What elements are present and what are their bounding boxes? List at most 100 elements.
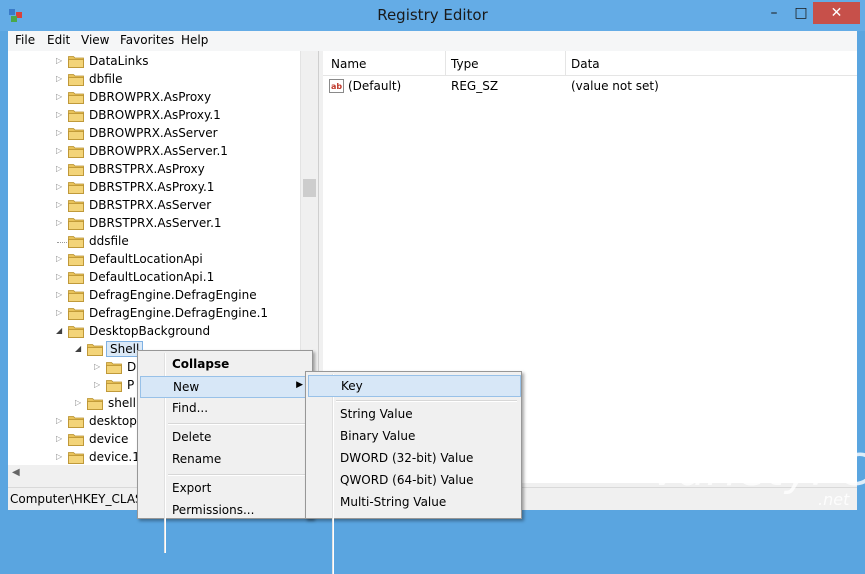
tree-item[interactable]: ▷ DefaultLocationApi.1 — [56, 269, 296, 287]
menu-file[interactable]: File — [15, 33, 35, 47]
menu-item-delete[interactable]: Delete — [140, 427, 310, 447]
tree-item[interactable]: ▷ DBRSTPRX.AsProxy.1 — [56, 179, 296, 197]
list-item[interactable]: ab (Default) REG_SZ (value not set) — [323, 78, 857, 96]
collapsed-arrow-icon[interactable]: ▷ — [56, 164, 64, 174]
folder-icon — [68, 146, 84, 158]
menu-item-new[interactable]: New ▶ — [140, 376, 312, 398]
folder-icon — [68, 200, 84, 212]
menu-item-key[interactable]: Key — [308, 375, 521, 397]
value-name: (Default) — [348, 79, 402, 93]
menu-item-rename[interactable]: Rename — [140, 449, 310, 469]
collapsed-arrow-icon[interactable]: ▷ — [56, 218, 64, 228]
menu-view[interactable]: View — [81, 33, 109, 47]
menu-item-string-value[interactable]: String Value — [308, 404, 519, 424]
tree-item-label: DBRSTPRX.AsServer.1 — [89, 216, 222, 230]
menu-item-label: Rename — [172, 452, 222, 466]
collapsed-arrow-icon[interactable]: ▷ — [56, 272, 64, 282]
tree-item[interactable]: ▷ DataLinks — [56, 53, 296, 71]
tree-item[interactable]: ▷ DBROWPRX.AsServer — [56, 125, 296, 143]
title-bar: Registry Editor – □ ✕ — [0, 0, 865, 31]
collapsed-arrow-icon[interactable]: ▷ — [56, 254, 64, 264]
collapsed-arrow-icon[interactable]: ▷ — [56, 434, 64, 444]
scroll-left-icon[interactable]: ◀ — [12, 467, 20, 478]
tree-item[interactable]: ▷ DefragEngine.DefragEngine — [56, 287, 296, 305]
collapsed-arrow-icon[interactable]: ▷ — [94, 362, 102, 372]
folder-icon — [68, 92, 84, 104]
menu-item-label: Export — [172, 481, 212, 495]
collapsed-arrow-icon[interactable]: ▷ — [56, 290, 64, 300]
collapsed-arrow-icon[interactable]: ▷ — [56, 146, 64, 156]
tree-item[interactable]: ▷ DBROWPRX.AsProxy — [56, 89, 296, 107]
menu-item-qword-64-bit-value[interactable]: QWORD (64-bit) Value — [308, 470, 519, 490]
expanded-arrow-icon[interactable]: ◢ — [56, 326, 64, 336]
collapsed-arrow-icon[interactable]: ▷ — [56, 92, 64, 102]
menu-item-dword-32-bit-value[interactable]: DWORD (32-bit) Value — [308, 448, 519, 468]
menu-separator — [168, 474, 308, 476]
folder-icon — [68, 308, 84, 320]
menu-item-permissions[interactable]: Permissions... — [140, 500, 310, 520]
menu-item-label: Binary Value — [340, 429, 416, 443]
close-button[interactable]: ✕ — [813, 2, 860, 24]
maximize-button[interactable]: □ — [786, 2, 816, 24]
status-path: Computer\HKEY_CLASS — [10, 492, 151, 506]
collapsed-arrow-icon[interactable]: ▷ — [56, 56, 64, 66]
column-name[interactable]: Name — [331, 57, 366, 71]
tree-item-label: DBRSTPRX.AsProxy.1 — [89, 180, 215, 194]
column-data[interactable]: Data — [571, 57, 600, 71]
menu-item-export[interactable]: Export — [140, 478, 310, 498]
menu-item-label: Permissions... — [172, 503, 255, 517]
folder-icon — [106, 380, 122, 392]
menu-item-collapse[interactable]: Collapse — [140, 354, 310, 374]
tree-scroll-thumb[interactable] — [303, 179, 316, 197]
tree-item[interactable]: ▷ DBRSTPRX.AsServer — [56, 197, 296, 215]
folder-icon — [68, 326, 84, 338]
folder-icon — [68, 56, 84, 68]
menu-item-find[interactable]: Find... — [140, 398, 310, 418]
tree-item[interactable]: ▷ DBRSTPRX.AsProxy — [56, 161, 296, 179]
tree-item[interactable]: ▷ dbfile — [56, 71, 296, 89]
tree-item[interactable]: ▷ DefaultLocationApi — [56, 251, 296, 269]
menu-separator — [336, 400, 517, 402]
tree-item-label: DesktopBackground — [89, 324, 211, 338]
menu-item-label: Find... — [172, 401, 209, 415]
tree-item[interactable]: ◢ DesktopBackground — [56, 323, 296, 341]
watermark-suffix: .net — [818, 490, 850, 509]
folder-icon — [68, 236, 84, 248]
collapsed-arrow-icon[interactable]: ▷ — [56, 308, 64, 318]
menu-edit[interactable]: Edit — [47, 33, 70, 47]
folder-icon — [68, 164, 84, 176]
collapsed-arrow-icon[interactable]: ▷ — [56, 452, 64, 462]
expanded-arrow-icon[interactable]: ◢ — [75, 344, 83, 354]
string-value-icon: ab — [329, 79, 344, 93]
folder-icon — [68, 290, 84, 302]
tree-item[interactable]: ▷ DefragEngine.DefragEngine.1 — [56, 305, 296, 323]
menu-item-binary-value[interactable]: Binary Value — [308, 426, 519, 446]
collapsed-arrow-icon[interactable]: ▷ — [56, 128, 64, 138]
tree-item[interactable]: ▷ DBROWPRX.AsProxy.1 — [56, 107, 296, 125]
menu-item-label: QWORD (64-bit) Value — [340, 473, 474, 487]
tree-item[interactable]: ddsfile — [56, 233, 296, 251]
collapsed-arrow-icon[interactable]: ▷ — [56, 74, 64, 84]
menu-favorites[interactable]: Favorites — [120, 33, 174, 47]
minimize-button[interactable]: – — [759, 2, 789, 24]
collapsed-arrow-icon[interactable]: ▷ — [56, 200, 64, 210]
collapsed-arrow-icon[interactable]: ▷ — [94, 380, 102, 390]
tree-item-label: ddsfile — [89, 234, 129, 248]
tree-item-label: DefragEngine.DefragEngine — [89, 288, 257, 302]
watermark-text: VarietyPC — [650, 445, 865, 496]
tree-item[interactable]: ▷ DBRSTPRX.AsServer.1 — [56, 215, 296, 233]
collapsed-arrow-icon[interactable]: ▷ — [56, 182, 64, 192]
column-divider[interactable] — [565, 51, 566, 75]
collapsed-arrow-icon[interactable]: ▷ — [75, 398, 83, 408]
folder-icon — [68, 272, 84, 284]
folder-icon — [68, 254, 84, 266]
tree-item[interactable]: ▷ DBROWPRX.AsServer.1 — [56, 143, 296, 161]
menu-help[interactable]: Help — [181, 33, 208, 47]
collapsed-arrow-icon[interactable]: ▷ — [56, 110, 64, 120]
column-divider[interactable] — [445, 51, 446, 75]
menu-item-label: Collapse — [172, 357, 230, 371]
menu-item-multi-string-value[interactable]: Multi-String Value — [308, 492, 519, 512]
list-header: Name Type Data — [323, 51, 857, 76]
collapsed-arrow-icon[interactable]: ▷ — [56, 416, 64, 426]
column-type[interactable]: Type — [451, 57, 479, 71]
